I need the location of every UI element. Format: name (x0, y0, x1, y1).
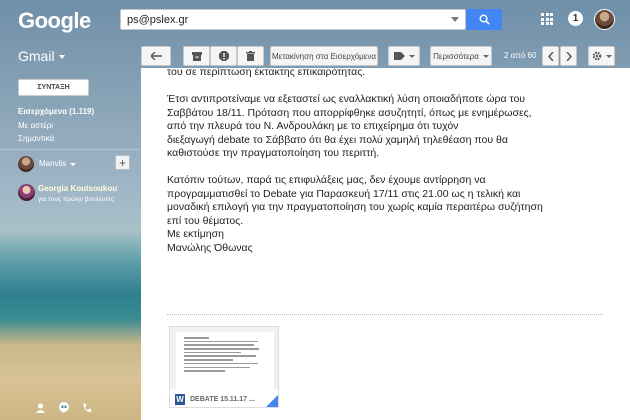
gear-icon (592, 51, 601, 61)
contact-name[interactable]: Georgia Koutsoukou (38, 184, 117, 193)
chevron-down-icon (482, 54, 489, 58)
labels-button[interactable] (388, 46, 420, 66)
search-box[interactable] (120, 9, 466, 30)
chevron-right-icon (565, 51, 572, 61)
email-paragraph-1: Έτσι αντιπροτείναμε να εξεταστεί ως εναλ… (167, 93, 532, 159)
document-thumbnail (176, 332, 274, 390)
account-avatar[interactable] (594, 9, 615, 30)
hangouts-avatar[interactable] (18, 156, 34, 172)
search-input[interactable] (121, 10, 441, 29)
search-button[interactable] (466, 9, 502, 30)
attachment-corner-fold-icon (266, 395, 278, 407)
hangouts-icon[interactable] (58, 402, 69, 413)
search-icon (479, 14, 490, 25)
spam-icon (218, 51, 229, 61)
word-document-icon: W (175, 393, 185, 405)
report-spam-button[interactable] (210, 46, 237, 66)
move-to-inbox-button[interactable]: Μετακίνηση στα Εισερχόμενα (270, 46, 378, 66)
chevron-down-icon (605, 54, 612, 58)
add-contact-button[interactable]: + (115, 155, 130, 170)
gmail-menu[interactable]: Gmail (18, 48, 65, 64)
delete-button[interactable] (237, 46, 264, 66)
phone-icon[interactable] (81, 402, 92, 413)
search-options-caret-icon[interactable] (451, 17, 459, 22)
apps-grid-icon[interactable] (541, 13, 553, 25)
attachments-divider (167, 314, 603, 315)
chevron-down-icon (58, 55, 65, 60)
label-tag-icon (393, 52, 405, 60)
trash-icon (246, 51, 255, 61)
plus-icon: + (118, 155, 126, 170)
hangouts-user-name: Manvlis (39, 159, 67, 168)
compose-button[interactable]: ΣΥΝΤΑΞΗ (18, 79, 89, 96)
sidebar-item-important[interactable]: Σημαντικά (18, 134, 54, 143)
pagination-text: 2 από 60 (504, 51, 537, 60)
email-body: του σε περίπτωση έκτακτης επικαιρότητας.… (141, 68, 630, 420)
move-to-inbox-label: Μετακίνηση στα Εισερχόμενα (272, 51, 376, 61)
archive-icon (191, 51, 202, 61)
contact-avatar[interactable] (18, 184, 35, 201)
email-line-top: του σε περίπτωση έκτακτης επικαιρότητας. (167, 68, 366, 78)
hangouts-user-menu[interactable]: Manvlis (39, 159, 77, 168)
more-label: Περισσότερα (433, 51, 479, 61)
attachment-footer: W DEBATE 15.11.17 ... (170, 389, 278, 407)
newer-button[interactable] (542, 46, 559, 66)
email-paragraph-2: Κατόπιν τούτων, παρά τις επιφυλάξεις μας… (167, 174, 543, 254)
top-bar: Google 1 (0, 0, 630, 40)
chevron-left-icon (547, 51, 554, 61)
older-button[interactable] (560, 46, 577, 66)
hangouts-bottom-bar (35, 402, 92, 413)
back-arrow-icon (150, 52, 162, 60)
chevron-down-icon (70, 163, 77, 166)
archive-button[interactable] (183, 46, 210, 66)
google-logo[interactable]: Google (18, 8, 91, 34)
person-icon[interactable] (35, 402, 46, 413)
more-button[interactable]: Περισσότερα (430, 46, 492, 66)
contact-status: για τους πρώην βουλευτές (38, 196, 114, 203)
sidebar-item-inbox[interactable]: Εισερχόμενα (1.119) (18, 107, 94, 116)
email-text: του σε περίπτωση έκτακτης επικαιρότητας.… (167, 68, 617, 269)
sidebar-divider (0, 149, 140, 150)
attachment-name: DEBATE 15.11.17 ... (190, 395, 255, 403)
gmail-label: Gmail (18, 48, 55, 64)
notifications-badge[interactable]: 1 (568, 11, 583, 26)
attachment-card[interactable]: W DEBATE 15.11.17 ... (169, 326, 279, 408)
back-button[interactable] (141, 46, 171, 66)
sidebar-item-starred[interactable]: Με αστέρι (18, 121, 53, 130)
settings-button[interactable] (588, 46, 615, 66)
chevron-down-icon (408, 54, 415, 58)
